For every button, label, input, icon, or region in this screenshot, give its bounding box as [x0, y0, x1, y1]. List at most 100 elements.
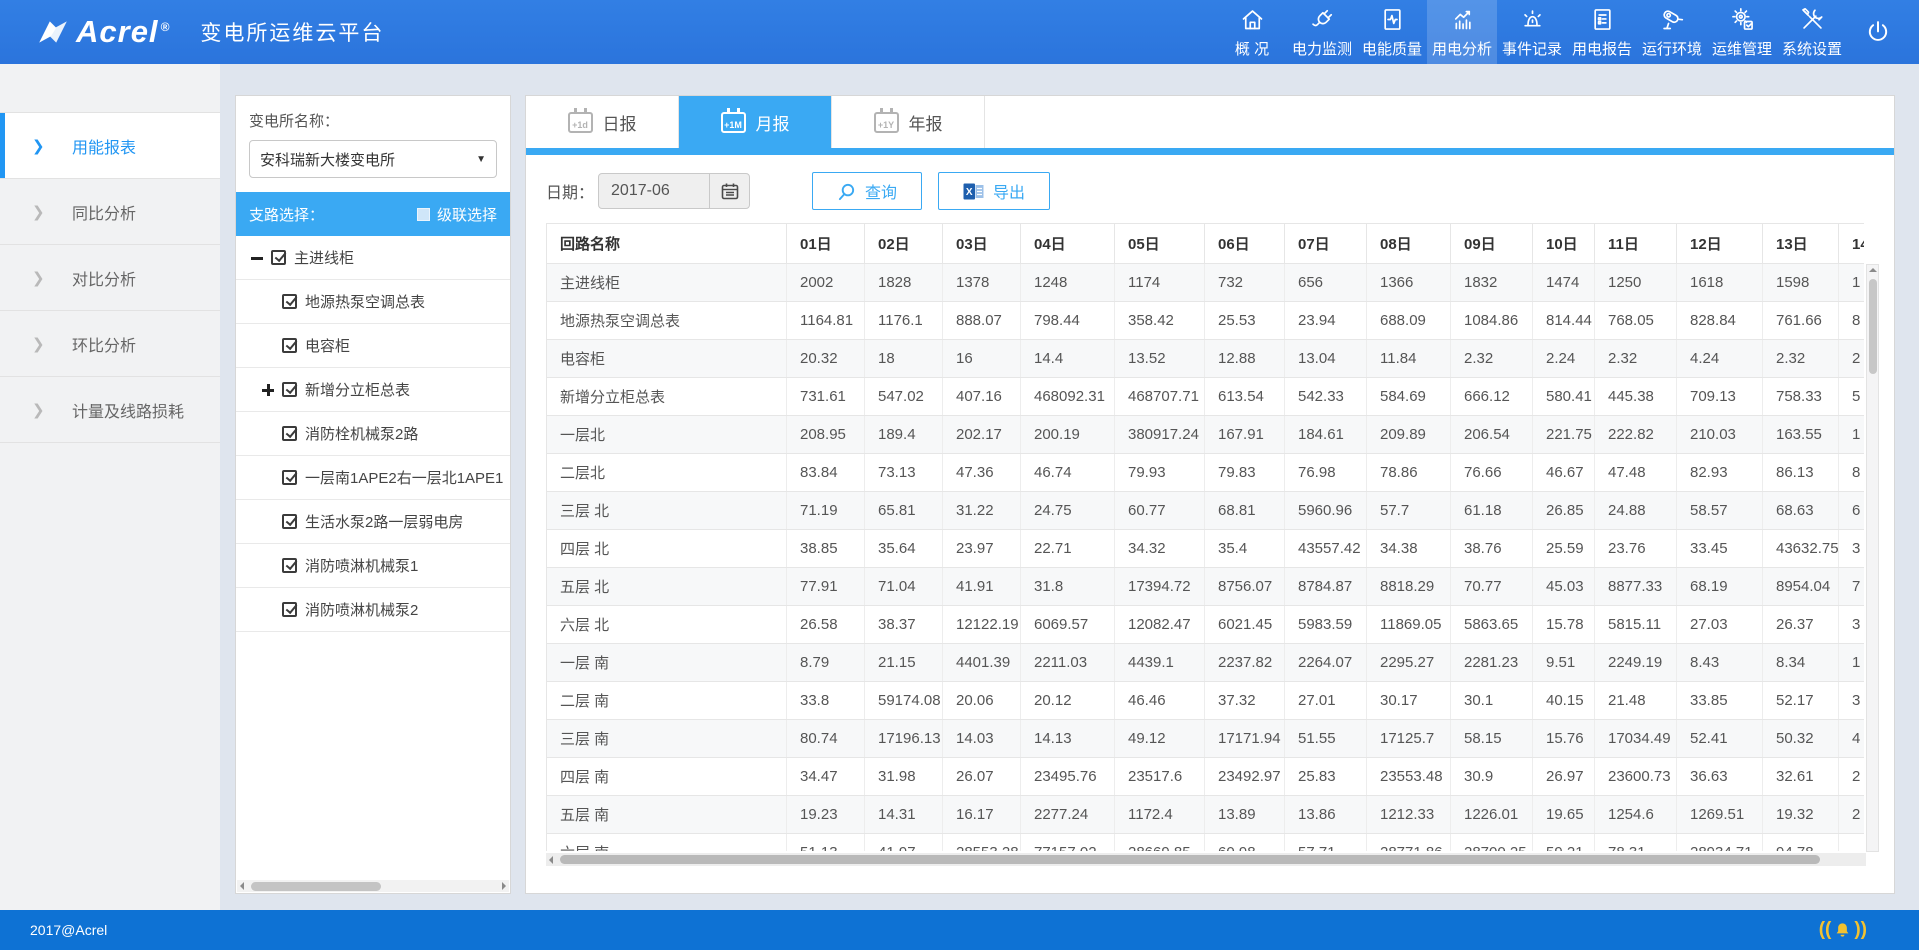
nav-item-plug[interactable]: 电力监测 — [1287, 0, 1357, 64]
value-cell: 46.67 — [1533, 454, 1595, 492]
checked-checkbox-icon[interactable] — [282, 382, 297, 397]
tree-item[interactable]: 消防喷淋机械泵1 — [236, 544, 510, 588]
value-cell: 761.66 — [1763, 302, 1839, 340]
table-vertical-scrollbar[interactable] — [1866, 264, 1879, 852]
checked-checkbox-icon[interactable] — [271, 250, 286, 265]
value-cell: 52.41 — [1677, 720, 1763, 758]
tree-item[interactable]: 消防喷淋机械泵2 — [236, 588, 510, 632]
tab-年报[interactable]: +1Y 年报 — [832, 96, 985, 148]
export-button[interactable]: X 导出 — [938, 172, 1050, 210]
value-cell: 666.12 — [1451, 378, 1533, 416]
tree-item[interactable]: 电容柜 — [236, 324, 510, 368]
date-input[interactable]: 2017-06 — [598, 173, 750, 209]
nav-item-power-quality[interactable]: 电能质量 — [1357, 0, 1427, 64]
tab-日报[interactable]: +1d 日报 — [526, 96, 679, 148]
tab-月报[interactable]: +1M 月报 — [679, 96, 832, 148]
checked-checkbox-icon[interactable] — [282, 294, 297, 309]
scrollbar-thumb[interactable] — [1869, 279, 1877, 374]
value-cell: 584.69 — [1367, 378, 1451, 416]
tree-item[interactable]: 生活水泵2路一层弱电房 — [236, 500, 510, 544]
checked-checkbox-icon[interactable] — [282, 558, 297, 573]
value-cell: 58.57 — [1677, 492, 1763, 530]
checked-checkbox-icon[interactable] — [282, 426, 297, 441]
sidebar-item-5[interactable]: ❯ 计量及线路损耗 — [0, 377, 220, 443]
column-header-day: 06日 — [1205, 224, 1285, 264]
value-cell: 380917.24 — [1115, 416, 1205, 454]
checked-checkbox-icon[interactable] — [282, 470, 297, 485]
nav-item-report[interactable]: 用电报告 — [1567, 0, 1637, 64]
checked-checkbox-icon[interactable] — [282, 514, 297, 529]
scroll-left-arrow-icon[interactable] — [240, 882, 244, 890]
calendar-tab-icon: +1M — [721, 112, 746, 133]
scroll-right-arrow-icon[interactable] — [502, 882, 506, 890]
column-header-day: 04日 — [1021, 224, 1115, 264]
nav-item-camera[interactable]: 运行环境 — [1637, 0, 1707, 64]
checked-checkbox-icon[interactable] — [282, 602, 297, 617]
value-cell: 1176.1 — [865, 302, 943, 340]
value-cell: 1164.81 — [787, 302, 865, 340]
nav-item-alarm[interactable]: 事件记录 — [1497, 0, 1567, 64]
cascade-select-label: 级联选择 — [437, 204, 497, 225]
value-cell: 4 — [1839, 720, 1865, 758]
logo: Acrel® 变电所运维云平台 — [0, 14, 384, 50]
scrollbar-thumb[interactable] — [560, 855, 1820, 864]
registered-mark: ® — [161, 20, 171, 34]
nav-item-energy-analysis[interactable]: 用电分析 — [1427, 0, 1497, 64]
plug-icon — [1309, 6, 1336, 33]
tree-item[interactable]: 一层南1APE2右一层北1APE1 — [236, 456, 510, 500]
value-cell: 46.46 — [1115, 682, 1205, 720]
table-horizontal-scrollbar[interactable] — [546, 853, 1866, 866]
top-navbar: Acrel® 变电所运维云平台 概 况 电力监测 电能质量 用电分析 事件记录 … — [0, 0, 1919, 64]
value-cell: 27.03 — [1677, 606, 1763, 644]
tree-item[interactable]: 地源热泵空调总表 — [236, 280, 510, 324]
cascade-select-checkbox[interactable]: 级联选择 — [417, 204, 497, 225]
scroll-left-arrow-icon[interactable] — [549, 856, 553, 864]
value-cell: 79.93 — [1115, 454, 1205, 492]
checked-checkbox-icon[interactable] — [282, 338, 297, 353]
value-cell: 31.8 — [1021, 568, 1115, 606]
circuit-name-cell: 三层 南 — [547, 720, 787, 758]
value-cell: 2.32 — [1451, 340, 1533, 378]
logout-power-button[interactable] — [1847, 0, 1909, 64]
value-cell: 76.98 — [1285, 454, 1367, 492]
nav-item-home[interactable]: 概 况 — [1217, 0, 1287, 64]
expand-plus-icon[interactable] — [260, 382, 280, 398]
tree-item[interactable]: 新增分立柜总表 — [236, 368, 510, 412]
value-cell: 1832 — [1451, 264, 1533, 302]
scroll-up-arrow-icon[interactable] — [1869, 268, 1877, 272]
query-button[interactable]: 查询 — [812, 172, 922, 210]
value-cell: 26.37 — [1763, 606, 1839, 644]
nav-item-gear[interactable]: 运维管理 — [1707, 0, 1777, 64]
value-cell: 184.61 — [1285, 416, 1367, 454]
alarm-bell-button[interactable]: (( )) — [1819, 910, 1867, 950]
scrollbar-thumb[interactable] — [251, 882, 381, 891]
station-select[interactable]: 安科瑞新大楼变电所 ▼ — [249, 140, 497, 178]
panel-horizontal-scrollbar[interactable] — [237, 880, 509, 892]
energy-analysis-icon — [1449, 6, 1476, 33]
collapse-minus-icon[interactable] — [249, 250, 269, 266]
nav-item-label: 用电分析 — [1432, 38, 1492, 59]
circuit-name-cell: 主进线柜 — [547, 264, 787, 302]
table-row: 二层 南33.859174.0820.0620.1246.4637.3227.0… — [547, 682, 1865, 720]
value-cell: 21.48 — [1595, 682, 1677, 720]
value-cell: 9.51 — [1533, 644, 1595, 682]
calendar-button[interactable] — [709, 174, 749, 208]
chevron-right-icon: ❯ — [32, 269, 72, 287]
nav-item-tools[interactable]: 系统设置 — [1777, 0, 1847, 64]
table-row: 三层 北71.1965.8131.2224.7560.7768.815960.9… — [547, 492, 1865, 530]
value-cell: 30.9 — [1451, 758, 1533, 796]
sidebar-item-3[interactable]: ❯ 对比分析 — [0, 245, 220, 311]
branch-select-label: 支路选择： — [249, 204, 324, 225]
value-cell: 2 — [1839, 796, 1865, 834]
value-cell: 34.38 — [1367, 530, 1451, 568]
tree-item[interactable]: 消防栓机械泵2路 — [236, 412, 510, 456]
tree-item[interactable]: 主进线柜 — [236, 236, 510, 280]
value-cell: 79.83 — [1205, 454, 1285, 492]
table-row: 一层 南8.7921.154401.392211.034439.12237.82… — [547, 644, 1865, 682]
sidebar-item-1[interactable]: ❯ 用能报表 — [0, 113, 220, 179]
sidebar-item-4[interactable]: ❯ 环比分析 — [0, 311, 220, 377]
sidebar-item-2[interactable]: ❯ 同比分析 — [0, 179, 220, 245]
tab-label: 月报 — [756, 110, 790, 135]
svg-text:X: X — [966, 187, 973, 198]
value-cell: 26.07 — [943, 758, 1021, 796]
